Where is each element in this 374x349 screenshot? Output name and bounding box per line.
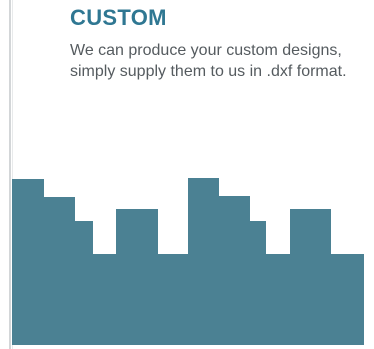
custom-card: CUSTOM We can produce your custom design… (0, 0, 374, 349)
profile-shape (12, 178, 364, 345)
custom-profile-shape-icon (12, 178, 364, 345)
